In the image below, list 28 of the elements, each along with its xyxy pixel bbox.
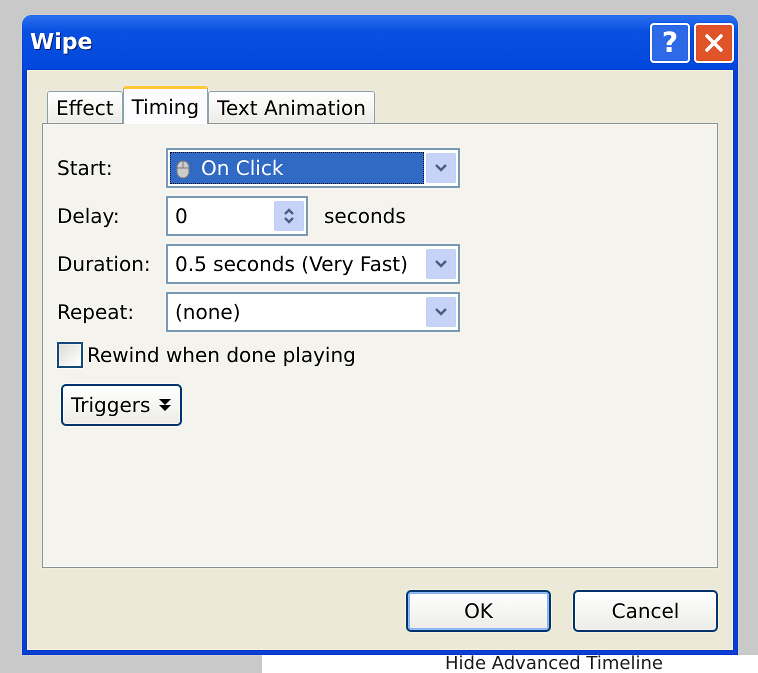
field-label: Duration:: [57, 252, 152, 276]
double-caret-icon: [158, 397, 172, 413]
triggers-button[interactable]: Triggers: [61, 384, 182, 426]
window-title: Wipe: [30, 30, 94, 55]
tab[interactable]: Text Animation: [208, 91, 375, 123]
field-value: 0: [174, 203, 189, 230]
unit-label: seconds: [324, 204, 406, 228]
checkbox-label: Rewind when done playing: [87, 343, 356, 367]
dropdown-value: 0.5 seconds (Very Fast): [175, 252, 408, 276]
dropdown[interactable]: On Click: [166, 148, 460, 188]
spin-buttons[interactable]: [274, 201, 304, 231]
tab[interactable]: Effect: [47, 91, 123, 123]
rewind-checkbox[interactable]: Rewind when done playing: [57, 340, 703, 370]
dropdown-value: (none): [175, 300, 240, 324]
dropdown-value: On Click: [201, 156, 284, 180]
checkbox[interactable]: [57, 342, 83, 368]
close-icon: [704, 32, 724, 52]
field-label: Delay:: [57, 204, 121, 228]
help-button[interactable]: ?: [650, 22, 690, 62]
dropdown[interactable]: 0.5 seconds (Very Fast): [166, 244, 460, 284]
spinner-field[interactable]: 0: [166, 196, 308, 236]
tab[interactable]: Timing: [122, 86, 208, 124]
dropdown[interactable]: (none): [166, 292, 460, 332]
ok-button[interactable]: OK: [406, 590, 551, 632]
field-label: Repeat:: [57, 300, 136, 324]
close-button[interactable]: [694, 22, 734, 62]
field-label: Start:: [57, 156, 114, 180]
cancel-button[interactable]: Cancel: [573, 590, 718, 632]
